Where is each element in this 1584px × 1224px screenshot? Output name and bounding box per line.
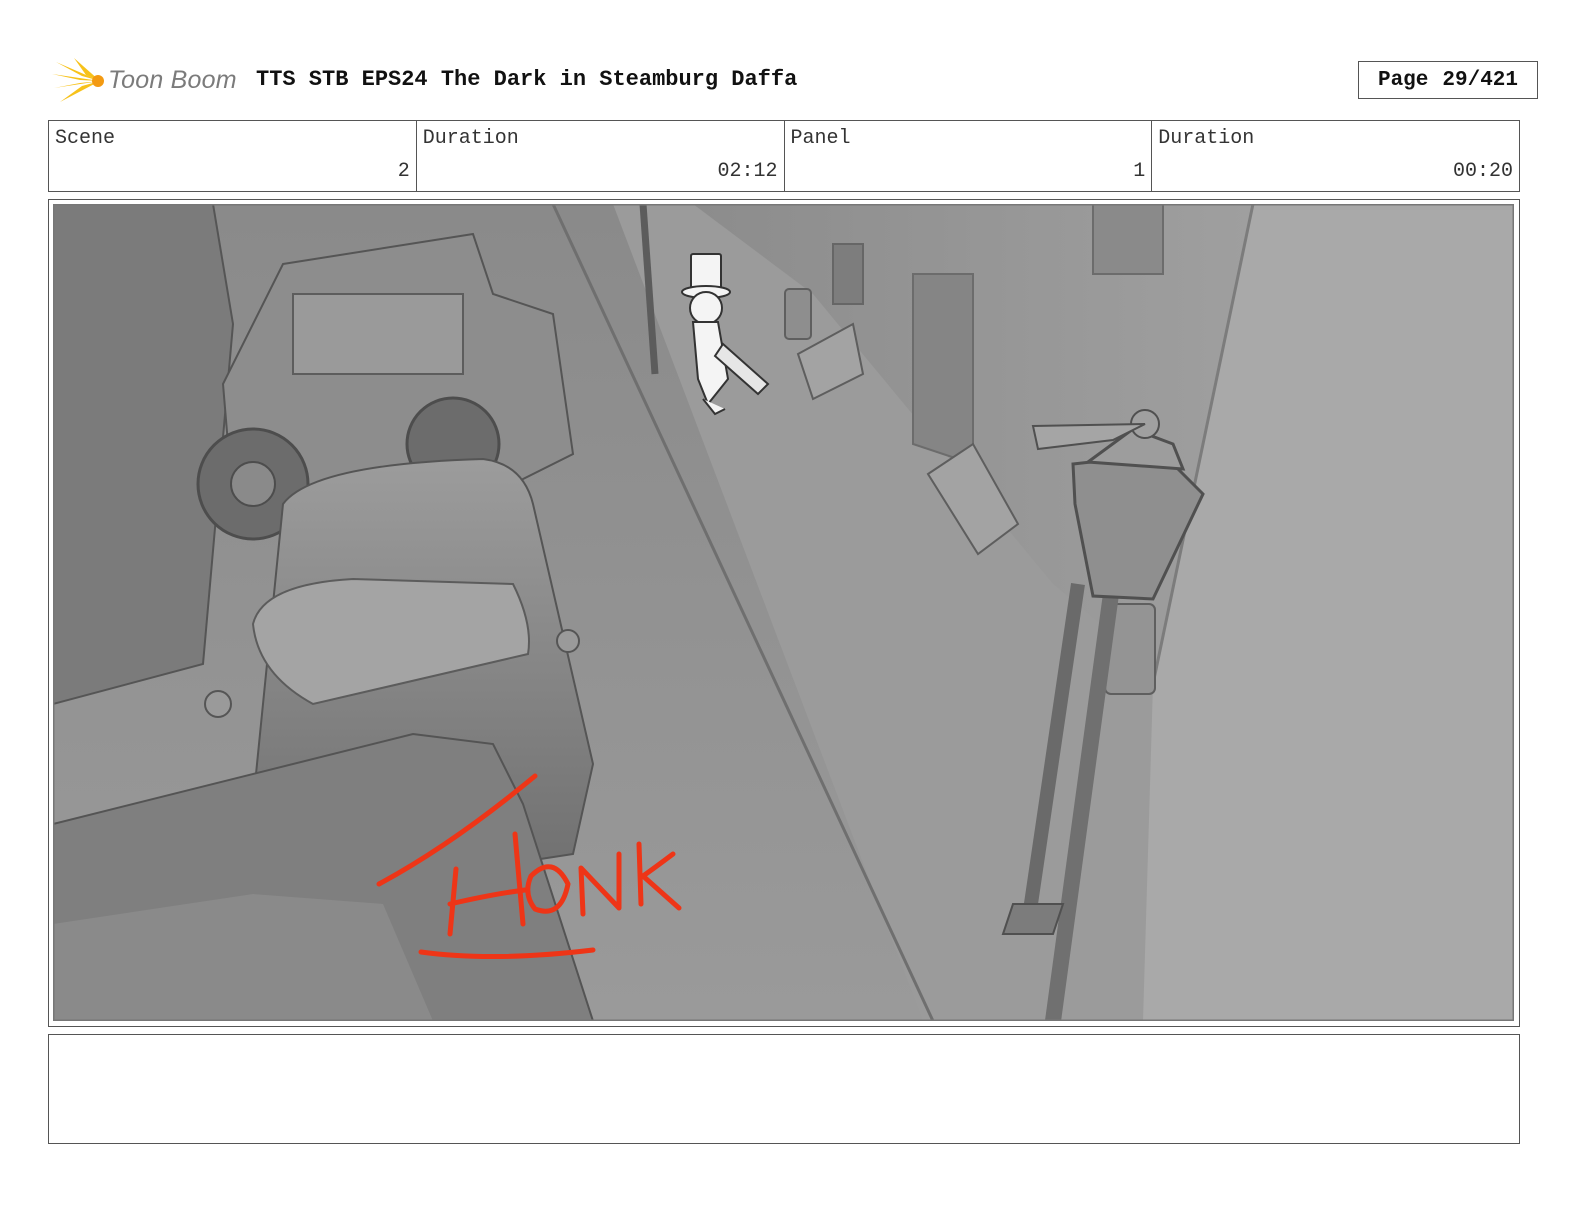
panel-image	[53, 204, 1514, 1021]
page-number: 29/421	[1442, 68, 1519, 92]
window	[832, 243, 864, 305]
panel-duration-value: 00:20	[1452, 160, 1513, 183]
panel-frame	[48, 199, 1520, 1027]
parked-vehicles	[53, 204, 595, 1021]
trash-bin	[784, 288, 812, 340]
storyboard-header: Toon Boom TTS STB EPS24 The Dark in Stea…	[48, 54, 1538, 106]
scene-duration-label: Duration	[422, 127, 519, 150]
panel-cell: Panel 1	[785, 121, 1153, 191]
toon-boom-logo: Toon Boom	[52, 56, 242, 106]
page-label: Page	[1377, 68, 1429, 92]
window	[1092, 204, 1164, 275]
panel-duration-cell: Duration 00:20	[1152, 121, 1519, 191]
starburst-icon	[52, 58, 104, 102]
panel-notes	[48, 1034, 1520, 1144]
panel-value: 1	[1133, 160, 1146, 183]
page-indicator: Page 29/421	[1358, 61, 1538, 99]
scene-label: Scene	[55, 127, 116, 150]
brand-name: Toon Boom	[108, 66, 237, 94]
panel-info-row: Scene 2 Duration 02:12 Panel 1 Duration …	[48, 120, 1520, 192]
panel-label: Panel	[790, 127, 851, 150]
scene-value: 2	[397, 160, 410, 183]
scene-cell: Scene 2	[49, 121, 417, 191]
scene-duration-value: 02:12	[717, 160, 778, 183]
document-title: TTS STB EPS24 The Dark in Steamburg Daff…	[256, 67, 798, 92]
scene-duration-cell: Duration 02:12	[417, 121, 785, 191]
panel-duration-label: Duration	[1158, 127, 1255, 150]
door	[912, 273, 974, 466]
